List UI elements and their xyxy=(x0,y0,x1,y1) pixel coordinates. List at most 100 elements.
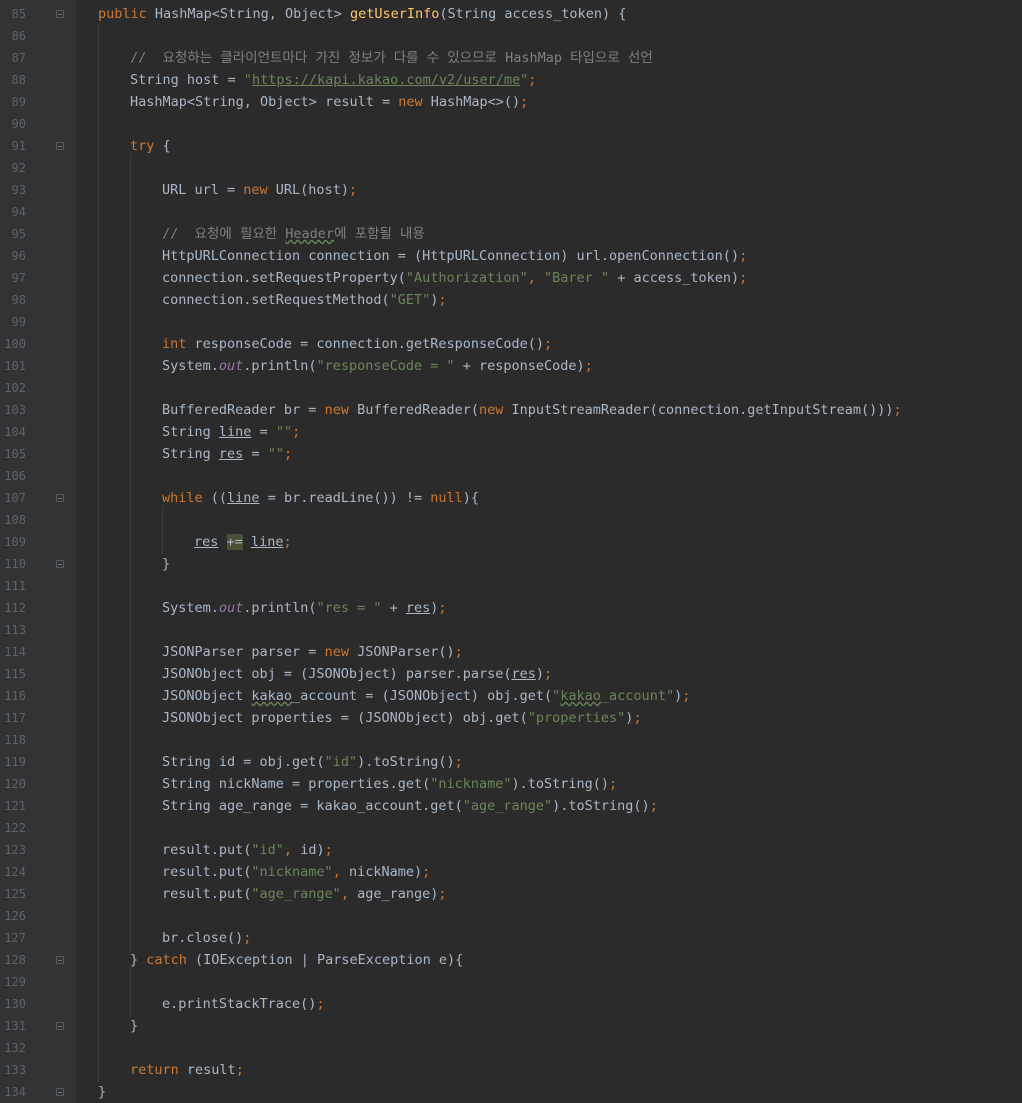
code-token: kakao xyxy=(251,688,293,704)
code-line[interactable]: 86 xyxy=(0,25,1022,47)
code-line[interactable]: 128} catch (IOException | ParseException… xyxy=(0,949,1022,971)
code-line[interactable]: 123 result.put("id", id); xyxy=(0,839,1022,861)
code-line[interactable]: 92 xyxy=(0,157,1022,179)
fold-toggle-icon[interactable] xyxy=(56,494,64,502)
code-line[interactable]: 85 public HashMap<String, Object> getUser… xyxy=(0,3,1022,25)
line-number: 98 xyxy=(11,293,26,307)
code-line[interactable]: 94 xyxy=(0,201,1022,223)
fold-toggle-icon[interactable] xyxy=(56,956,64,964)
code-line[interactable]: 95 // 요청에 필요한 Header에 포함될 내용 xyxy=(0,223,1022,245)
code-line[interactable]: 87 // 요청하는 클라이언트마다 가진 정보가 다를 수 있으므로 HashM… xyxy=(0,47,1022,69)
code-line[interactable]: 102 xyxy=(0,377,1022,399)
fold-toggle-icon[interactable] xyxy=(56,10,64,18)
line-number: 102 xyxy=(4,381,26,395)
code-line[interactable]: 126 xyxy=(0,905,1022,927)
code-token: id) xyxy=(300,842,325,858)
code-text: JSONParser parser = new JSONParser(); xyxy=(162,641,463,663)
code-token: "nickname" xyxy=(251,864,333,880)
code-token: ; xyxy=(739,270,748,286)
code-line[interactable]: 112 System.out.println("res = " + res); xyxy=(0,597,1022,619)
code-token: result xyxy=(186,1062,236,1078)
code-token: "" xyxy=(275,424,293,440)
code-token: e.printStackTrace() xyxy=(162,996,317,1012)
code-line[interactable]: 131} xyxy=(0,1015,1022,1037)
code-line[interactable]: 96 HttpURLConnection connection = (HttpUR… xyxy=(0,245,1022,267)
code-line[interactable]: 118 xyxy=(0,729,1022,751)
code-line[interactable]: 127 br.close(); xyxy=(0,927,1022,949)
code-token: } xyxy=(130,952,147,968)
code-token: "Authorization" xyxy=(405,270,528,286)
line-number: 105 xyxy=(4,447,26,461)
code-token: ; xyxy=(316,996,325,1012)
line-number: 131 xyxy=(4,1019,26,1033)
code-line[interactable]: 91 try { xyxy=(0,135,1022,157)
code-line[interactable]: 103 BufferedReader br = new BufferedReade… xyxy=(0,399,1022,421)
code-token: HttpURLConnection connection = (HttpURLC… xyxy=(162,248,740,264)
code-line[interactable]: 110} xyxy=(0,553,1022,575)
code-text: String line = ""; xyxy=(162,421,300,443)
code-token: } xyxy=(98,1084,107,1100)
code-line[interactable]: 124 result.put("nickname", nickName); xyxy=(0,861,1022,883)
fold-toggle-icon[interactable] xyxy=(56,142,64,150)
code-line[interactable]: 116 JSONObject kakao_account = (JSONObjec… xyxy=(0,685,1022,707)
code-line[interactable]: 105 String res = ""; xyxy=(0,443,1022,465)
code-line[interactable]: 97 connection.setRequestProperty("Authori… xyxy=(0,267,1022,289)
code-token: ; xyxy=(520,94,529,110)
fold-toggle-icon[interactable] xyxy=(56,1088,64,1096)
code-token: "res = " xyxy=(316,600,382,616)
code-token: "" xyxy=(267,446,284,462)
code-line[interactable]: 117 JSONObject properties = (JSONObject) … xyxy=(0,707,1022,729)
code-token: ) xyxy=(674,688,683,704)
fold-toggle-icon[interactable] xyxy=(56,1022,64,1030)
code-line[interactable]: 130 e.printStackTrace(); xyxy=(0,993,1022,1015)
code-line[interactable]: 122 xyxy=(0,817,1022,839)
code-line[interactable]: 113 xyxy=(0,619,1022,641)
code-line[interactable]: 109 res += line; xyxy=(0,531,1022,553)
line-number: 100 xyxy=(4,337,26,351)
code-line[interactable]: 132 xyxy=(0,1037,1022,1059)
code-line[interactable]: 120 String nickName = properties.get("nic… xyxy=(0,773,1022,795)
line-number: 127 xyxy=(4,931,26,945)
code-line[interactable]: 88 String host = "https://kapi.kakao.com/… xyxy=(0,69,1022,91)
code-line[interactable]: 90 xyxy=(0,113,1022,135)
code-token: String xyxy=(162,446,219,462)
code-line[interactable]: 100 int responseCode = connection.getResp… xyxy=(0,333,1022,355)
code-token: " xyxy=(243,72,252,88)
line-number: 99 xyxy=(11,315,26,329)
code-line[interactable]: 98 connection.setRequestMethod("GET"); xyxy=(0,289,1022,311)
code-line[interactable]: 115 JSONObject obj = (JSONObject) parser.… xyxy=(0,663,1022,685)
code-token: .println( xyxy=(243,600,317,616)
line-number: 124 xyxy=(4,865,26,879)
code-line[interactable]: 121 String age_range = kakao_account.get(… xyxy=(0,795,1022,817)
code-text: public HashMap<String, Object> getUserIn… xyxy=(98,3,626,25)
code-line[interactable]: 133 return result; xyxy=(0,1059,1022,1081)
code-text: } xyxy=(162,553,170,575)
code-text: URL url = new URL(host); xyxy=(162,179,357,201)
fold-toggle-icon[interactable] xyxy=(56,560,64,568)
code-line[interactable]: 104 String line = ""; xyxy=(0,421,1022,443)
code-token: getUserInfo xyxy=(349,6,440,22)
code-token: new xyxy=(324,644,358,660)
code-text: JSONObject obj = (JSONObject) parser.par… xyxy=(162,663,552,685)
code-line[interactable]: 107 while ((line = br.readLine()) != null… xyxy=(0,487,1022,509)
code-line[interactable]: 101 System.out.println("responseCode = " … xyxy=(0,355,1022,377)
code-line[interactable]: 125 result.put("age_range", age_range); xyxy=(0,883,1022,905)
code-editor[interactable]: 85 public HashMap<String, Object> getUser… xyxy=(0,0,1022,1103)
code-text: JSONObject properties = (JSONObject) obj… xyxy=(162,707,642,729)
code-token: age_range) xyxy=(357,886,439,902)
code-line[interactable]: 111 xyxy=(0,575,1022,597)
code-line[interactable]: 114 JSONParser parser = new JSONParser(); xyxy=(0,641,1022,663)
code-line[interactable]: 89 HashMap<String, Object> result = new H… xyxy=(0,91,1022,113)
code-line[interactable]: 106 xyxy=(0,465,1022,487)
code-token: JSONObject xyxy=(162,688,252,704)
line-number: 89 xyxy=(11,95,26,109)
line-number: 85 xyxy=(11,7,26,21)
code-line[interactable]: 93 URL url = new URL(host); xyxy=(0,179,1022,201)
code-line[interactable]: 119 String id = obj.get("id").toString(); xyxy=(0,751,1022,773)
code-line[interactable]: 108 xyxy=(0,509,1022,531)
code-line[interactable]: 134} xyxy=(0,1081,1022,1103)
code-line[interactable]: 99 xyxy=(0,311,1022,333)
code-token: JSONParser parser = xyxy=(162,644,325,660)
code-token: responseCode = connection.getResponseCod… xyxy=(194,336,545,352)
code-line[interactable]: 129 xyxy=(0,971,1022,993)
